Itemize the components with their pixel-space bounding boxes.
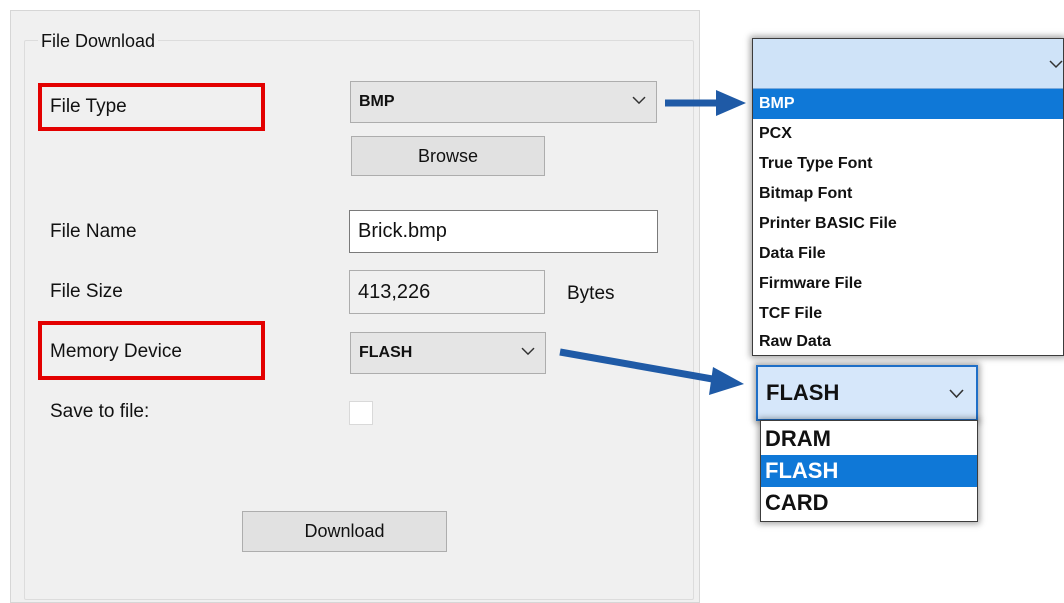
file-type-option[interactable]: Bitmap Font bbox=[753, 179, 1063, 209]
file-type-option[interactable]: PCX bbox=[753, 119, 1063, 149]
file-type-dropdown-header[interactable] bbox=[753, 39, 1063, 89]
file-type-dropdown-list: BMP PCX True Type Font Bitmap Font Print… bbox=[752, 38, 1064, 356]
memory-device-option[interactable]: DRAM bbox=[761, 423, 977, 455]
chevron-down-icon bbox=[1049, 53, 1063, 74]
file-type-option[interactable]: Raw Data bbox=[753, 327, 1063, 357]
memory-device-dropdown-header[interactable]: FLASH bbox=[756, 365, 978, 421]
file-type-option[interactable]: Firmware File bbox=[753, 269, 1063, 299]
chevron-down-icon bbox=[949, 382, 964, 405]
file-type-option[interactable]: Data File bbox=[753, 239, 1063, 269]
memory-device-option[interactable]: FLASH bbox=[761, 455, 977, 487]
memory-device-dropdown-value: FLASH bbox=[766, 380, 840, 405]
memory-device-dropdown-list: DRAM FLASH CARD bbox=[760, 420, 978, 522]
file-type-option[interactable]: Printer BASIC File bbox=[753, 209, 1063, 239]
memory-device-option[interactable]: CARD bbox=[761, 487, 977, 519]
file-type-option[interactable]: TCF File bbox=[753, 299, 1063, 329]
file-type-option[interactable]: BMP bbox=[753, 89, 1063, 119]
file-type-option[interactable]: True Type Font bbox=[753, 149, 1063, 179]
